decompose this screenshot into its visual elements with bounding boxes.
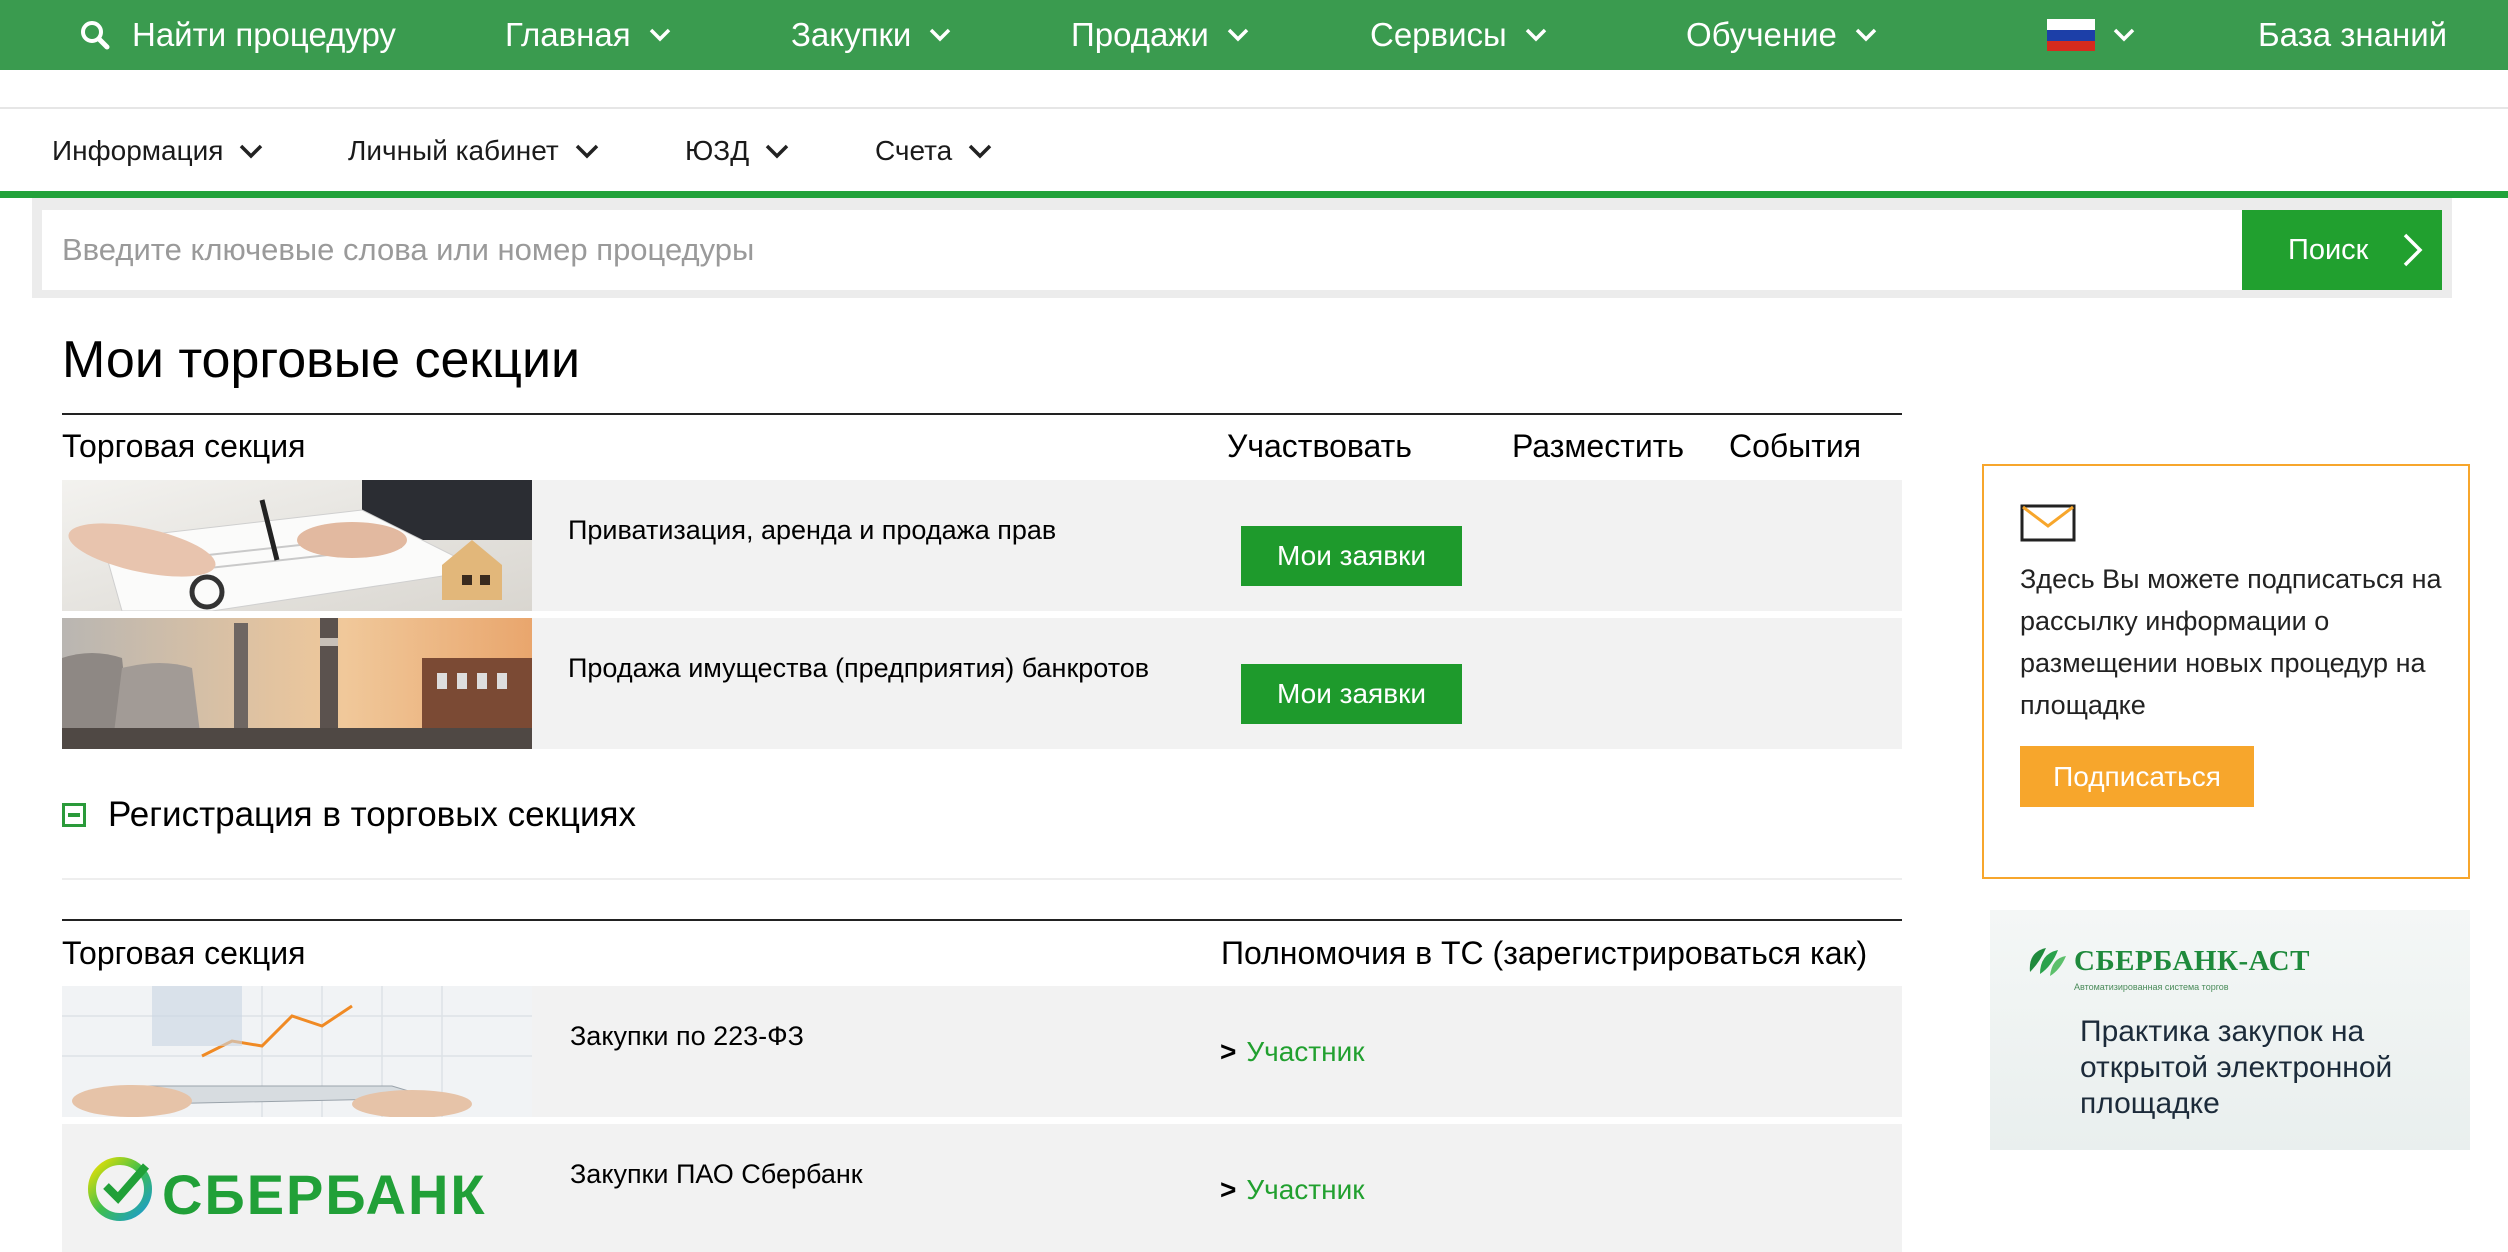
page-title: Мои торговые секции bbox=[62, 331, 581, 389]
table-row: Продажа имущества (предприятия) банкрото… bbox=[62, 618, 1902, 749]
banner-headline: Практика закупок на открытой электронной… bbox=[2080, 1015, 2393, 1120]
chevron-right-icon bbox=[2403, 233, 2423, 267]
nav-item-main[interactable]: Главная bbox=[505, 0, 671, 70]
section-label: Приватизация, аренда и продажа прав bbox=[568, 515, 1057, 545]
table-row: Приватизация, аренда и продажа прав Мои … bbox=[62, 480, 1902, 611]
subnav-item-label: Информация bbox=[52, 135, 224, 166]
nav-item-label: Обучение bbox=[1686, 16, 1837, 53]
table-row: Закупки по 223-ФЗ > Участник bbox=[62, 986, 1902, 1117]
subscribe-button[interactable]: Подписаться bbox=[2020, 746, 2254, 807]
knowledge-base-label: База знаний bbox=[2258, 16, 2448, 53]
column-header-events: События bbox=[1729, 428, 1862, 464]
chevron-down-icon bbox=[1525, 28, 1546, 42]
russian-flag-icon bbox=[2047, 19, 2095, 51]
chevron-down-icon bbox=[968, 144, 992, 158]
nav-item-label: Закупки bbox=[791, 16, 912, 53]
chevron-down-icon bbox=[930, 28, 951, 42]
accent-divider bbox=[0, 191, 2508, 198]
table-row: СБЕРБАНК Закупки ПАО Сбербанк > Участник bbox=[62, 1124, 1902, 1252]
subnav-item-label: ЮЗД bbox=[685, 135, 750, 166]
nav-item-label: Сервисы bbox=[1370, 16, 1507, 53]
find-procedure-link[interactable]: Найти процедуру bbox=[80, 0, 396, 70]
chevron-down-icon bbox=[575, 144, 598, 158]
column-header-participate: Участвовать bbox=[1227, 428, 1412, 464]
chevron-down-icon bbox=[765, 144, 789, 158]
subnav-item-label: Личный кабинет bbox=[348, 135, 559, 166]
subscribe-text: Здесь Вы можете подписаться на рассылку … bbox=[2020, 564, 2442, 720]
my-applications-button[interactable]: Мои заявки bbox=[1241, 664, 1462, 724]
section-label: Закупки ПАО Сбербанк bbox=[570, 1159, 863, 1189]
role-option: > Участник bbox=[1220, 1174, 1364, 1206]
nav-item-sales[interactable]: Продажи bbox=[1071, 0, 1249, 70]
subnav-item-edi[interactable]: ЮЗД bbox=[685, 109, 789, 193]
find-procedure-label: Найти процедуру bbox=[132, 16, 396, 53]
section-label: Продажа имущества (предприятия) банкрото… bbox=[568, 653, 1150, 683]
column-header-section: Торговая секция bbox=[62, 428, 306, 464]
registration-title: Регистрация в торговых секциях bbox=[108, 795, 636, 834]
search-button-label: Поиск bbox=[2288, 233, 2369, 266]
nav-item-label: Главная bbox=[505, 16, 631, 53]
subnav-item-invoices[interactable]: Счета bbox=[875, 109, 992, 193]
nav-item-label: Продажи bbox=[1071, 16, 1209, 53]
nav-item-education[interactable]: Обучение bbox=[1686, 0, 1877, 70]
collapse-icon bbox=[62, 803, 86, 827]
envelope-icon bbox=[2020, 504, 2076, 542]
participant-link[interactable]: Участник bbox=[1246, 1036, 1364, 1067]
banner-tagline: Автоматизированная система торгов bbox=[2074, 982, 2229, 992]
chevron-down-icon bbox=[2113, 28, 2135, 42]
arrow-marker: > bbox=[1220, 1174, 1237, 1205]
chevron-down-icon bbox=[240, 144, 263, 158]
table-divider bbox=[62, 919, 1902, 921]
subnav-item-account[interactable]: Личный кабинет bbox=[348, 109, 599, 193]
subnav-item-information[interactable]: Информация bbox=[52, 109, 263, 193]
search-icon bbox=[81, 21, 110, 50]
knowledge-base-link[interactable]: База знаний bbox=[2258, 0, 2447, 70]
document-signing-image bbox=[62, 480, 532, 611]
registration-section-toggle[interactable]: Регистрация в торговых секциях bbox=[62, 795, 636, 835]
search-input[interactable] bbox=[42, 210, 2242, 290]
section-divider bbox=[62, 878, 1902, 880]
subnav-item-label: Счета bbox=[875, 135, 953, 166]
chevron-down-icon bbox=[649, 28, 670, 42]
sberbank-ast-emblem-icon bbox=[2029, 948, 2066, 976]
chevron-down-icon bbox=[1227, 28, 1249, 42]
sberbank-ast-logo: СБЕРБАНК-АСТ bbox=[2026, 944, 2310, 978]
factory-image bbox=[62, 618, 532, 749]
nav-item-purchases[interactable]: Закупки bbox=[791, 0, 951, 70]
sberbank-logo: СБЕРБАНК bbox=[62, 1124, 532, 1252]
chevron-down-icon bbox=[1855, 28, 1877, 42]
column-header-section: Торговая секция bbox=[62, 935, 306, 971]
tablet-chart-image bbox=[62, 986, 532, 1117]
search-button[interactable]: Поиск bbox=[2242, 210, 2442, 290]
promo-banner[interactable]: СБЕРБАНК-АСТ Автоматизированная система … bbox=[1990, 910, 2470, 1150]
secondary-navigation: Информация Личный кабинет ЮЗД Счета bbox=[0, 107, 2508, 191]
column-header-place: Разместить bbox=[1512, 428, 1685, 464]
participant-link[interactable]: Участник bbox=[1246, 1174, 1364, 1205]
arrow-marker: > bbox=[1220, 1036, 1237, 1067]
top-navigation: Найти процедуру Главная Закупки Продажи … bbox=[0, 0, 2508, 70]
role-option: > Участник bbox=[1220, 1036, 1364, 1068]
my-applications-button[interactable]: Мои заявки bbox=[1241, 526, 1462, 586]
sberbank-logo-text: СБЕРБАНК bbox=[162, 1163, 487, 1226]
nav-item-services[interactable]: Сервисы bbox=[1370, 0, 1547, 70]
section-label: Закупки по 223-ФЗ bbox=[570, 1021, 804, 1051]
table-divider bbox=[62, 413, 1902, 415]
language-selector[interactable] bbox=[2047, 0, 2135, 70]
banner-brand: СБЕРБАНК-АСТ bbox=[2074, 944, 2310, 977]
subscribe-panel: Здесь Вы можете подписаться на рассылку … bbox=[1982, 464, 2470, 879]
column-header-authority: Полномочия в ТС (зарегистрироваться как) bbox=[1221, 935, 1868, 971]
